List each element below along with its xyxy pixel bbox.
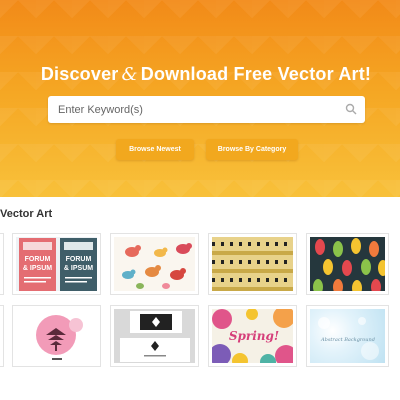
thumbnail-partial-2[interactable] — [0, 305, 4, 367]
flyer-word-1: FORUM — [25, 256, 51, 263]
flyer-word-4: & IPSUM — [64, 265, 93, 272]
thumbnail-spring[interactable]: Spring! — [208, 305, 297, 367]
hero-title-part2: Download Free Vector Art! — [140, 64, 372, 84]
thumbnail-partial-1[interactable] — [0, 233, 4, 295]
thumbnail-birds[interactable] — [110, 233, 199, 295]
search-input[interactable] — [48, 96, 338, 123]
spring-art: Spring! — [212, 309, 293, 363]
flyer-word-3: FORUM — [66, 256, 92, 263]
abstract-art: Abstract Background — [318, 317, 379, 360]
search-icon[interactable] — [345, 103, 357, 115]
flyer-art: FORUM & IPSUM FORUM & IPSUM — [19, 238, 97, 291]
hero-title-amp: & — [121, 64, 138, 85]
hero-title-part1: Discover — [40, 64, 119, 84]
thumbnail-leaves[interactable] — [306, 233, 389, 295]
thumbnail-pagoda[interactable] — [12, 305, 101, 367]
hero-title: Discover & Download Free Vector Art! — [0, 64, 400, 85]
business-card-art — [120, 311, 190, 362]
abstract-text: Abstract Background — [320, 337, 375, 343]
thumbnail-tribal-pattern[interactable] — [208, 233, 297, 295]
search-box[interactable] — [48, 96, 365, 123]
spring-text: Spring! — [229, 329, 279, 343]
thumbnail-abstract-background[interactable]: Abstract Background — [306, 305, 389, 367]
browse-newest-button[interactable]: Browse Newest — [116, 139, 194, 160]
thumbnail-forum-flyers[interactable]: FORUM & IPSUM FORUM & IPSUM — [12, 233, 101, 295]
pagoda-art — [36, 315, 83, 360]
leaves-art — [313, 238, 385, 291]
browse-by-category-button[interactable]: Browse By Category — [206, 139, 298, 160]
birds-art — [122, 243, 192, 289]
thumbnail-business-card[interactable] — [110, 305, 199, 367]
flyer-word-2: & IPSUM — [23, 265, 52, 272]
hero-banner: Discover&Download Free Vector Art! Brows… — [0, 0, 400, 197]
section-title: Vector Art — [0, 208, 53, 220]
